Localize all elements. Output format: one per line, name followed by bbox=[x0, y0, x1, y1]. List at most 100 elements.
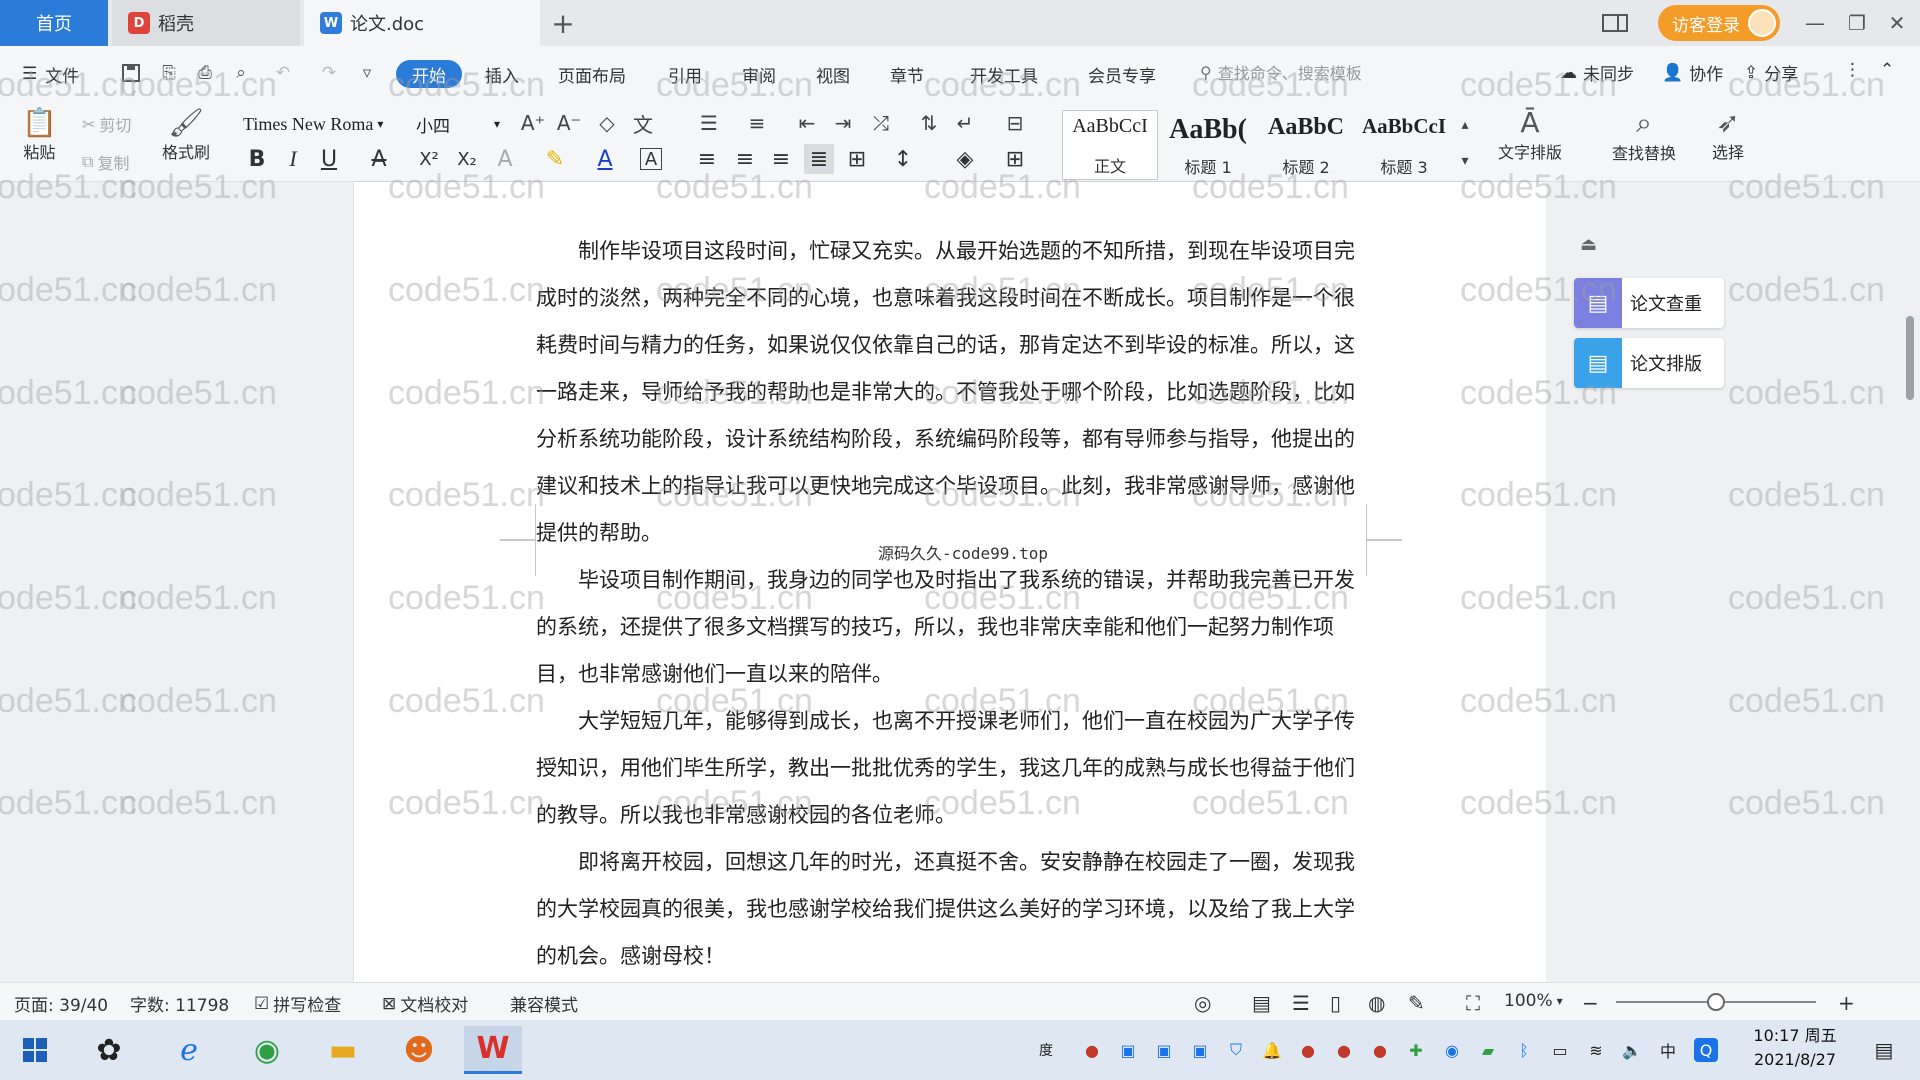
style-heading-3[interactable]: AaBbCcI 标题 3 bbox=[1356, 110, 1452, 180]
italic-icon[interactable]: I bbox=[278, 144, 308, 174]
font-color-icon[interactable]: A bbox=[590, 144, 620, 174]
action-center-icon[interactable]: ▤ bbox=[1872, 1038, 1896, 1062]
word-count[interactable]: 字数: 11798 bbox=[130, 991, 229, 1016]
notification-bell-icon[interactable]: 🔔 bbox=[1260, 1038, 1284, 1062]
minimize-icon[interactable]: — bbox=[1800, 8, 1830, 38]
style-normal[interactable]: AaBbCcI 正文 bbox=[1062, 110, 1158, 180]
text-effect-icon[interactable]: A bbox=[490, 144, 520, 174]
print-preview-icon[interactable]: ⌕ bbox=[228, 60, 254, 86]
zoom-out-icon[interactable]: − bbox=[1582, 991, 1599, 1015]
menu-insert[interactable]: 插入 bbox=[485, 60, 519, 88]
tray-app-icon[interactable]: ▣ bbox=[1152, 1038, 1176, 1062]
font-size-select[interactable]: 小四 ▾ bbox=[412, 110, 508, 138]
app-icon[interactable]: ✿ bbox=[80, 1026, 138, 1074]
sort-icon[interactable]: ⇅ bbox=[914, 108, 944, 138]
more-icon[interactable]: ⋮ bbox=[1844, 60, 1861, 80]
system-clock[interactable]: 10:17 周五 2021/8/27 bbox=[1740, 1024, 1850, 1072]
menu-view[interactable]: 视图 bbox=[816, 60, 850, 88]
borders-icon[interactable]: ⊞ bbox=[1000, 144, 1030, 174]
tray-app-icon[interactable]: ▣ bbox=[1116, 1038, 1140, 1062]
tray-app-icon[interactable]: ● bbox=[1296, 1038, 1320, 1062]
undo-icon[interactable]: ↶ bbox=[270, 60, 296, 86]
reading-view-icon[interactable]: ▯ bbox=[1330, 991, 1341, 1015]
print-icon[interactable]: ⎙ bbox=[192, 60, 218, 86]
zoom-slider-handle[interactable] bbox=[1707, 993, 1725, 1011]
spellcheck-button[interactable]: ☑ 拼写检查 bbox=[254, 991, 341, 1017]
paragraph[interactable]: 毕设项目制作期间，我身边的同学也及时指出了我系统的错误，并帮助我完善已开发的系统… bbox=[536, 557, 1366, 698]
write-mode-icon[interactable]: ✎ bbox=[1408, 991, 1425, 1015]
outline-view-icon[interactable]: ☰ bbox=[1292, 991, 1310, 1015]
highlight-icon[interactable]: ✎ bbox=[540, 144, 570, 174]
menu-references[interactable]: 引用 bbox=[668, 60, 702, 88]
strikethrough-icon[interactable]: A bbox=[364, 144, 394, 174]
paragraph[interactable]: 大学短短几年，能够得到成长，也离不开授课老师们，他们一直在校园为广大学子传授知识… bbox=[536, 698, 1366, 839]
tray-app-icon[interactable]: ● bbox=[1368, 1038, 1392, 1062]
wifi-icon[interactable]: ≋ bbox=[1584, 1038, 1608, 1062]
bullets-icon[interactable]: ☰ bbox=[694, 108, 724, 138]
eye-protection-icon[interactable]: ◎ bbox=[1194, 991, 1211, 1015]
distributed-icon[interactable]: ⊞ bbox=[842, 144, 872, 174]
style-scroll-down-icon[interactable]: ▾ bbox=[1450, 146, 1480, 176]
cut-button[interactable]: ✂ 剪切 bbox=[82, 112, 131, 136]
copy-button[interactable]: ⧉ 复制 bbox=[82, 150, 129, 174]
align-left-icon[interactable]: ≡ bbox=[692, 144, 722, 174]
tray-app-icon[interactable]: ● bbox=[1332, 1038, 1356, 1062]
bold-icon[interactable]: B bbox=[242, 144, 272, 174]
share-button[interactable]: ⇪ 分享 bbox=[1744, 60, 1798, 86]
clear-format-icon[interactable]: ◇ bbox=[592, 108, 622, 138]
proofread-button[interactable]: ⊠ 文档校对 bbox=[382, 991, 468, 1017]
windows-start-icon[interactable] bbox=[6, 1026, 64, 1074]
find-replace-button[interactable]: ⌕ 查找替换 bbox=[1612, 106, 1676, 164]
nvidia-icon[interactable]: ▰ bbox=[1476, 1038, 1500, 1062]
chinese-layout-icon[interactable]: ⤮ bbox=[866, 108, 896, 138]
paste-button[interactable]: 📋 粘贴 bbox=[22, 106, 57, 163]
paragraph[interactable]: 即将离开校园，回想这几年的时光，还真挺不舍。安安静静在校园走了一圈，发现我的大学… bbox=[536, 839, 1366, 980]
align-center-icon[interactable]: ≡ bbox=[730, 144, 760, 174]
volume-icon[interactable]: 🔈 bbox=[1620, 1038, 1644, 1062]
thesis-layout-button[interactable]: ▤ 论文排版 bbox=[1574, 338, 1724, 388]
thesis-check-button[interactable]: ▤ 论文查重 bbox=[1574, 278, 1724, 328]
format-painter-button[interactable]: 🖌 格式刷 bbox=[162, 106, 210, 163]
tab-daoke[interactable]: D 稻壳 bbox=[112, 0, 300, 46]
file-explorer-icon[interactable]: ▬ bbox=[314, 1026, 372, 1074]
menu-dev-tools[interactable]: 开发工具 bbox=[970, 60, 1038, 88]
shrink-font-icon[interactable]: A⁻ bbox=[554, 108, 584, 138]
style-scroll-up-icon[interactable]: ▴ bbox=[1450, 110, 1480, 140]
collapse-ribbon-icon[interactable]: ⌃ bbox=[1880, 60, 1894, 80]
zoom-in-icon[interactable]: + bbox=[1838, 991, 1855, 1015]
tray-app-icon[interactable]: ▣ bbox=[1188, 1038, 1212, 1062]
table-ruler-icon[interactable]: ⊟ bbox=[1000, 108, 1030, 138]
customize-dropdown-icon[interactable]: ▿ bbox=[354, 60, 380, 86]
tray-app-icon[interactable]: ● bbox=[1080, 1038, 1104, 1062]
tab-home[interactable]: 首页 bbox=[0, 0, 108, 46]
phonetic-icon[interactable]: 文 bbox=[628, 108, 658, 138]
numbering-icon[interactable]: ≡ bbox=[742, 108, 772, 138]
visitor-login-button[interactable]: 访客登录 bbox=[1658, 5, 1780, 41]
menu-review[interactable]: 审阅 bbox=[742, 60, 776, 88]
menu-page-layout[interactable]: 页面布局 bbox=[558, 60, 626, 88]
close-icon[interactable]: ✕ bbox=[1882, 8, 1912, 38]
superscript-icon[interactable]: X² bbox=[414, 144, 444, 174]
tray-app-icon[interactable]: ◉ bbox=[1440, 1038, 1464, 1062]
ie-browser-icon[interactable]: ℯ bbox=[160, 1026, 218, 1074]
qq-icon[interactable]: Q bbox=[1694, 1038, 1718, 1062]
battery-icon[interactable]: ▭ bbox=[1548, 1038, 1572, 1062]
paragraph[interactable]: 制作毕设项目这段时间，忙碌又充实。从最开始选题的不知所措，到现在毕设项目完成时的… bbox=[536, 228, 1366, 557]
baidu-input-icon[interactable]: 度 bbox=[1018, 1038, 1074, 1062]
web-view-icon[interactable]: ◍ bbox=[1368, 991, 1385, 1015]
document-body[interactable]: 制作毕设项目这段时间，忙碌又充实。从最开始选题的不知所措，到现在毕设项目完成时的… bbox=[536, 228, 1366, 980]
shading-icon[interactable]: ◈ bbox=[950, 144, 980, 174]
redo-icon[interactable]: ↷ bbox=[316, 60, 342, 86]
save-icon[interactable] bbox=[118, 60, 144, 86]
page-view-icon[interactable]: ▤ bbox=[1252, 991, 1271, 1015]
collaborate-button[interactable]: 👤 协作 bbox=[1662, 60, 1723, 86]
bluetooth-icon[interactable]: ᛒ bbox=[1512, 1038, 1536, 1062]
align-right-icon[interactable]: ≡ bbox=[766, 144, 796, 174]
panel-collapse-icon[interactable]: ⏏ bbox=[1580, 234, 1604, 258]
char-border-icon[interactable]: A bbox=[640, 148, 662, 170]
font-name-select[interactable]: Times New Roma ▾ bbox=[236, 110, 410, 138]
media-player-icon[interactable]: ☻ bbox=[390, 1026, 448, 1074]
show-marks-icon[interactable]: ↵ bbox=[950, 108, 980, 138]
subscript-icon[interactable]: X₂ bbox=[452, 144, 482, 174]
scrollbar-thumb[interactable] bbox=[1906, 316, 1914, 400]
